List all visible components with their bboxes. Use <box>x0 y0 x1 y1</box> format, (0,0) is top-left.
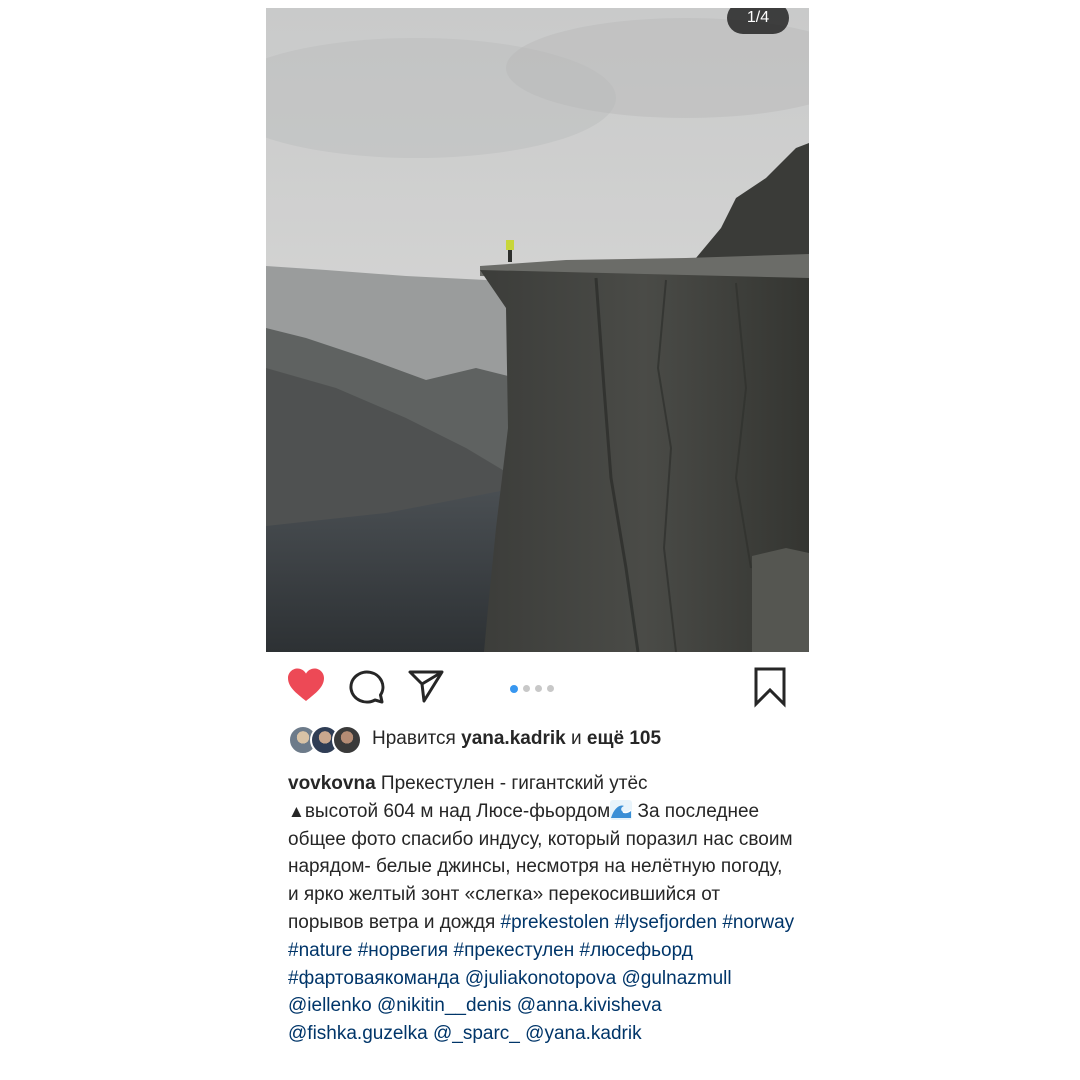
likes-text: Нравится yana.kadrik и ещё 105 <box>372 724 661 754</box>
mention-link[interactable]: @yana.kadrik <box>525 1023 641 1044</box>
hashtag-link[interactable]: #прекестулен <box>454 940 575 961</box>
likes-prefix: Нравится <box>372 728 456 749</box>
heart-icon <box>288 668 324 701</box>
hashtag-link[interactable]: #lysefjorden <box>615 912 717 933</box>
hashtag-link[interactable]: #prekestolen <box>501 912 610 933</box>
carousel-dot <box>535 685 542 693</box>
carousel-dot <box>510 684 518 693</box>
action-bar <box>266 664 809 708</box>
mention-link[interactable]: @gulnazmull <box>621 968 731 989</box>
likes-count[interactable]: ещё 105 <box>587 728 661 749</box>
send-icon <box>408 670 444 703</box>
instagram-post: 1/4 Нравится yana.kadrik и ещё 105 vovko… <box>266 8 809 1080</box>
share-button[interactable] <box>404 664 448 708</box>
mention-link[interactable]: @anna.kivisheva <box>517 995 662 1016</box>
like-button[interactable] <box>284 664 328 708</box>
mention-link[interactable]: @juliakonotopova <box>465 968 616 989</box>
bookmark-icon <box>754 667 786 708</box>
hashtag-link[interactable]: #norway <box>722 912 794 933</box>
hashtag-link[interactable]: #норвегия <box>358 940 448 961</box>
avatar <box>332 725 362 755</box>
landscape-photo <box>266 8 809 652</box>
hashtag-link[interactable]: #люсефьорд <box>580 940 693 961</box>
caption-line1: Прекестулен - гигантский утёс <box>375 773 648 794</box>
wave-emoji-icon <box>610 799 633 820</box>
comment-icon <box>349 670 385 704</box>
hashtag-link[interactable]: #фартоваякоманда <box>288 968 460 989</box>
post-caption: vovkovna Прекестулен - гигантский утёс ▲в… <box>288 770 798 1048</box>
post-photo[interactable]: 1/4 <box>266 8 809 652</box>
save-button[interactable] <box>748 664 792 708</box>
mention-link[interactable]: @fishka.guzelka <box>288 1023 428 1044</box>
liker-username[interactable]: yana.kadrik <box>461 728 566 749</box>
likes-conjunction: и <box>570 728 582 749</box>
carousel-dots <box>510 680 559 693</box>
caption-line2: высотой 604 м над Люсе-фьордом <box>304 800 611 822</box>
mention-link[interactable]: @_sparc_ <box>433 1023 520 1044</box>
caption-username[interactable]: vovkovna <box>288 773 376 794</box>
carousel-dot <box>523 685 530 693</box>
comment-button[interactable] <box>344 664 388 708</box>
mention-link[interactable]: @nikitin__denis <box>377 995 511 1016</box>
mention-link[interactable]: @iellenko <box>288 995 372 1016</box>
hashtag-link[interactable]: #nature <box>288 940 352 961</box>
liker-avatars[interactable] <box>288 724 368 755</box>
triangle-icon: ▲ <box>288 801 305 821</box>
carousel-counter: 1/4 <box>727 8 789 34</box>
carousel-dot <box>547 685 554 693</box>
